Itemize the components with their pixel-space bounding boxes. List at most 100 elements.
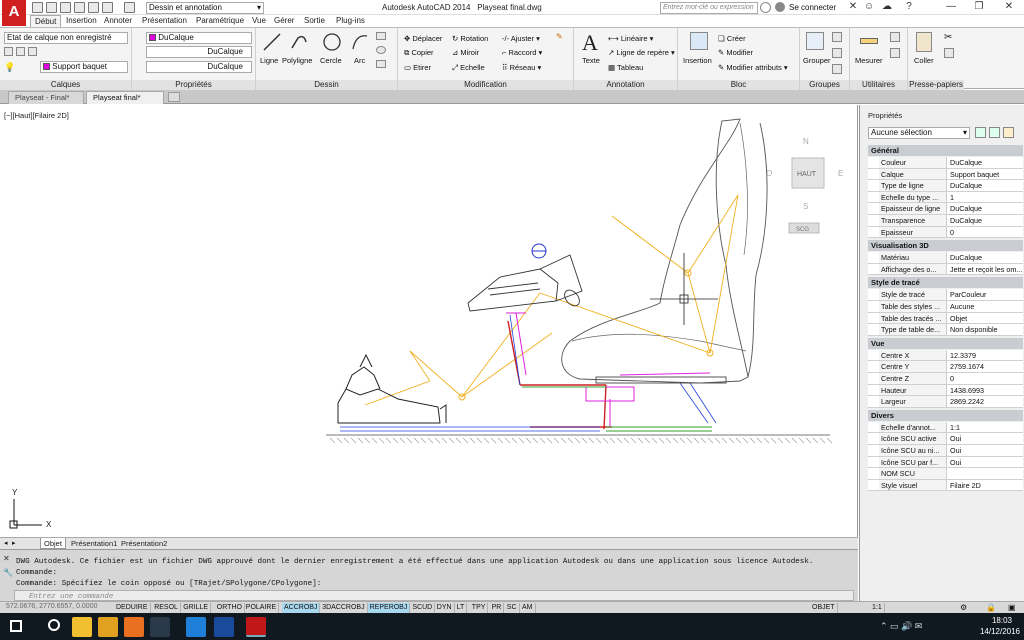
status-toggle-tpy[interactable]: TPY xyxy=(470,603,489,613)
prop-value[interactable]: Filaire 2D xyxy=(948,480,1023,491)
selection-dropdown[interactable]: Aucune sélection ▾ xyxy=(868,127,970,139)
tab-parametrique[interactable]: Paramétrique xyxy=(192,15,248,27)
prop-value[interactable]: 2869.2242 xyxy=(948,396,1023,407)
viewcube-east[interactable]: E xyxy=(838,169,843,178)
prop-value[interactable]: 1 xyxy=(948,192,1023,203)
circle-icon[interactable] xyxy=(322,32,342,52)
tool-arc[interactable]: Arc xyxy=(354,56,365,65)
array-icon[interactable]: ⠿ Réseau ▾ xyxy=(502,63,541,72)
cut-icon[interactable]: ✂ xyxy=(944,32,952,43)
tab-annoter[interactable]: Annoter xyxy=(100,15,136,27)
prop-row[interactable]: Affichage des o... Jette et reçoit les om… xyxy=(868,263,1023,276)
file-explorer-icon[interactable] xyxy=(72,617,92,637)
quick-select-icon[interactable] xyxy=(1003,127,1014,138)
tab-debut[interactable]: Début xyxy=(30,15,62,27)
stretch-icon[interactable]: ▭ Etirer xyxy=(404,63,431,72)
windows-start-icon[interactable] xyxy=(10,620,22,632)
ungroup-icon[interactable] xyxy=(832,32,842,42)
prop-section-header[interactable]: Divers xyxy=(868,409,1023,421)
prop-row[interactable]: Centre Y 2759.1674 xyxy=(868,361,1023,373)
toggle-pickadd-icon[interactable] xyxy=(975,127,986,138)
prop-section-header[interactable]: Style de tracé xyxy=(868,277,1023,289)
mirror-icon[interactable]: ⊿ Miroir xyxy=(452,48,479,57)
prop-value[interactable]: ParCouleur xyxy=(948,289,1023,300)
prop-row[interactable]: Centre Z0 xyxy=(868,373,1023,385)
doc-tab-playseat-final[interactable]: Playseat final* xyxy=(86,91,164,104)
coordinate-readout[interactable]: 572.0676, 2770.6557, 0.0000 xyxy=(6,603,97,610)
panel-footer-dessin[interactable]: Dessin xyxy=(256,80,397,90)
panel-footer-groupes[interactable]: Groupes xyxy=(800,80,849,90)
annotation-scale[interactable]: 1:1 xyxy=(870,603,885,613)
insert-block-label[interactable]: Insertion xyxy=(683,56,712,65)
media-player-icon[interactable] xyxy=(124,617,144,637)
prop-row[interactable]: Table des styles ... Aucune xyxy=(868,301,1023,313)
trim-icon[interactable]: -/- Ajuster ▾ xyxy=(502,34,540,43)
a360-icon[interactable]: ☁ xyxy=(880,1,894,13)
status-toggle-sc[interactable]: SC xyxy=(505,603,520,613)
autocad-logo-icon[interactable]: A xyxy=(2,0,26,26)
current-layer-dropdown[interactable]: Support baquet xyxy=(40,61,128,73)
prop-row[interactable]: Centre X 12.3379 xyxy=(868,349,1023,362)
tab-gerer[interactable]: Gérer xyxy=(270,15,298,27)
prop-value[interactable]: 1:1 xyxy=(948,422,1023,433)
plot-icon[interactable] xyxy=(88,2,99,13)
prop-value[interactable]: 2759.1674 xyxy=(948,361,1023,372)
prop-value[interactable]: Jette et reçoit les om... xyxy=(948,264,1023,275)
prop-value[interactable]: Support baquet xyxy=(948,169,1023,180)
prop-row[interactable]: Style de tracé ParCouleur xyxy=(868,289,1023,301)
panel-footer-bloc[interactable]: Bloc xyxy=(678,80,799,90)
autocad-taskbar-icon[interactable] xyxy=(246,617,266,637)
layer-off-icon[interactable] xyxy=(16,47,25,56)
erase-icon[interactable]: ✎ xyxy=(556,32,568,44)
table-item[interactable]: ▦ Tableau xyxy=(608,63,643,72)
app-icon[interactable] xyxy=(214,617,234,637)
prop-row[interactable]: Table des tracés ... Objet xyxy=(868,312,1023,325)
panel-footer-calques[interactable]: Calques xyxy=(0,80,131,90)
layer-state-dropdown[interactable]: Etat de calque non enregistré xyxy=(4,32,128,44)
tab-objet[interactable]: Objet xyxy=(40,538,66,549)
model-space-button[interactable]: OBJET xyxy=(810,603,838,613)
linear-dim-item[interactable]: ⟷ Linéaire ▾ xyxy=(608,34,653,43)
workspace-dropdown[interactable]: Dessin et annotation ▾ xyxy=(146,2,264,14)
prop-row[interactable]: Type de table de... Non disponible xyxy=(868,324,1023,336)
text-tool-label[interactable]: Texte xyxy=(582,56,600,65)
prop-row[interactable]: NOM SCU xyxy=(868,468,1023,480)
prop-row[interactable]: Matériau DuCalque xyxy=(868,252,1023,264)
prop-row[interactable]: Largeur 2869.2242 xyxy=(868,396,1023,408)
workspace-gear-icon[interactable]: ⚙ xyxy=(960,603,967,612)
prop-value[interactable]: DuCalque xyxy=(948,203,1023,214)
prop-row[interactable]: Hauteur 1438.6993 xyxy=(868,384,1023,397)
scale-icon[interactable]: ⤢ Echelle xyxy=(452,63,485,73)
copy-clip-icon[interactable] xyxy=(944,48,954,58)
new-file-icon[interactable] xyxy=(32,2,43,13)
arc-icon[interactable] xyxy=(350,32,370,52)
tool-polyligne[interactable]: Polyligne xyxy=(282,56,312,65)
exchange-icon[interactable]: ✕ xyxy=(846,1,860,13)
status-toggle-dyn[interactable]: DYN xyxy=(435,603,455,613)
undo-icon[interactable] xyxy=(102,2,113,13)
group-label[interactable]: Grouper xyxy=(803,56,831,65)
status-toggle-deduire[interactable]: DEDUIRE xyxy=(114,603,151,613)
prop-value[interactable]: Aucune xyxy=(948,301,1023,312)
maximize-button[interactable]: ❐ xyxy=(972,1,986,13)
panel-footer-proprietes[interactable]: Propriétés xyxy=(132,80,255,90)
viewcube-north[interactable]: N xyxy=(803,137,809,146)
viewcube[interactable]: N O E S HAUT SCG xyxy=(766,137,843,234)
prop-row[interactable]: Type de ligne DuCalque xyxy=(868,180,1023,192)
new-tab-icon[interactable] xyxy=(168,92,180,102)
status-toggle-grille[interactable]: GRILLE xyxy=(181,603,212,613)
clock-date[interactable]: 14/12/2016 xyxy=(978,627,1022,636)
clean-screen-icon[interactable]: ▣ xyxy=(1008,603,1016,612)
insert-block-icon[interactable] xyxy=(690,32,708,50)
prop-row[interactable]: Style visuel Filaire 2D xyxy=(868,479,1023,492)
save-icon[interactable] xyxy=(60,2,71,13)
open-file-icon[interactable] xyxy=(46,2,57,13)
signin-link[interactable]: Se connecter xyxy=(789,3,836,12)
minimize-button[interactable]: — xyxy=(944,1,958,13)
leader-item[interactable]: ↗ Ligne de repère ▾ xyxy=(608,48,675,57)
search-icon[interactable] xyxy=(760,2,771,13)
prop-value[interactable]: 0 xyxy=(948,227,1023,238)
tab-sortie[interactable]: Sortie xyxy=(300,15,329,27)
text-icon[interactable]: A xyxy=(582,30,598,56)
steam-icon[interactable] xyxy=(150,617,170,637)
